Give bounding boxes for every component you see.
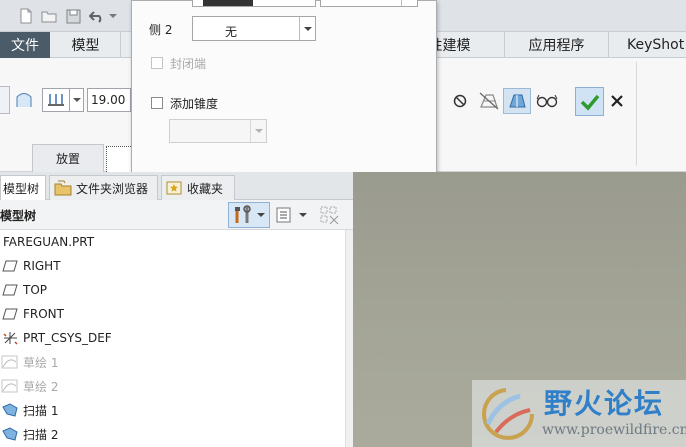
tree-header: 模型树 — [0, 209, 37, 223]
undo-dropdown-icon[interactable] — [108, 7, 118, 25]
tree-item-label: FAREGUAN.PRT — [3, 235, 95, 249]
checkmark-icon — [580, 94, 599, 111]
list-icon — [276, 207, 291, 223]
tab-keyshot[interactable]: KeyShot — [609, 32, 686, 58]
tree-item-sweep-1[interactable]: 扫描 1 — [0, 398, 345, 422]
add-taper-checkbox[interactable] — [151, 97, 163, 109]
thickness-input[interactable]: 19.00 — [87, 88, 131, 112]
tab-favorites[interactable]: 收藏夹 — [161, 175, 235, 200]
tab-model[interactable]: 模型 — [51, 32, 121, 58]
navigator-tabs: 模型树 文件夹浏览器 收藏夹 — [0, 172, 353, 200]
side2-combo[interactable]: 无 — [192, 16, 316, 41]
sketch-icon — [0, 354, 20, 370]
taper-angle-combo[interactable] — [169, 119, 267, 143]
placement-tab[interactable]: 放置 — [32, 144, 104, 172]
tree-item-part[interactable]: FAREGUAN.PRT — [0, 230, 345, 254]
surface-shape-icon[interactable] — [14, 88, 34, 112]
tree-item-label: TOP — [23, 283, 48, 297]
side1-depth-combo[interactable] — [320, 0, 418, 7]
chevron-down-icon — [299, 17, 315, 40]
navigator-panel: 模型树 文件夹浏览器 收藏夹 模型树 FAREGUAN.PRT RIGHT TO… — [0, 172, 353, 447]
thickness-value: 19.00 — [91, 93, 126, 107]
show-options-button[interactable] — [275, 205, 311, 225]
watermark-logo — [482, 388, 534, 440]
tree-toolbar: 模型树 — [0, 200, 353, 230]
tab-favorites-label: 收藏夹 — [187, 181, 224, 196]
chevron-down-icon — [299, 213, 307, 217]
watermark: 野火论坛 www.proewildfire.cn — [472, 380, 686, 447]
tab-model-tree[interactable]: 模型树 — [0, 175, 46, 200]
sweep-icon — [0, 402, 20, 418]
tree-item-label: 扫描 1 — [23, 403, 59, 418]
tab-applications[interactable]: 应用程序 — [505, 32, 609, 58]
tree-item-csys[interactable]: PRT_CSYS_DEF — [0, 326, 345, 350]
side1-combo[interactable] — [192, 0, 316, 7]
tree-item-sketch-1[interactable]: 草绘 1 — [0, 350, 345, 374]
options-panel: 侧 2 无 封闭端 添加锥度 — [131, 0, 437, 179]
confirm-button[interactable] — [575, 87, 604, 116]
surface-icon[interactable] — [0, 86, 10, 114]
tree-item-label: FRONT — [23, 307, 64, 321]
tree-item-label: 草绘 2 — [23, 379, 59, 394]
close-ends-checkbox[interactable] — [151, 57, 163, 69]
tab-file[interactable]: 文件 — [0, 32, 50, 58]
save-icon[interactable] — [64, 7, 82, 25]
thicken-dropdown[interactable] — [70, 88, 84, 112]
tree-item-front[interactable]: FRONT — [0, 302, 345, 326]
watermark-title: 野火论坛 — [544, 387, 665, 420]
csys-icon — [0, 330, 20, 346]
tree-item-label: 草绘 1 — [23, 355, 59, 370]
undo-icon[interactable] — [88, 7, 106, 25]
tree-item-sweep-2[interactable]: 扫描 2 — [0, 422, 345, 446]
datum-plane-icon — [0, 258, 20, 274]
options-tab[interactable] — [106, 146, 131, 172]
chevron-down-icon — [401, 0, 417, 6]
ribbon-separator — [636, 62, 637, 166]
tree-item-label: PRT_CSYS_DEF — [23, 331, 112, 345]
verify-glasses-icon[interactable] — [536, 93, 558, 109]
side2-value: 无 — [225, 25, 238, 39]
tree-scrollbar[interactable] — [345, 230, 353, 447]
tree-item-label: 扫描 2 — [23, 427, 59, 442]
chevron-down-icon — [250, 120, 266, 142]
tab-folder-browser-label: 文件夹浏览器 — [76, 181, 149, 196]
no-preview-icon[interactable] — [478, 91, 500, 111]
new-file-icon[interactable] — [17, 7, 35, 25]
thickness-icon — [48, 94, 64, 106]
preview-geometry-icon — [509, 94, 526, 108]
datum-plane-icon — [0, 282, 20, 298]
close-ends-label: 封闭端 — [170, 57, 207, 71]
cancel-icon[interactable] — [610, 94, 624, 108]
tab-model-tree-label: 模型树 — [3, 181, 40, 196]
thicken-direction-button[interactable] — [42, 88, 70, 112]
tree-filter-icon[interactable] — [319, 205, 341, 225]
tree-item-right[interactable]: RIGHT — [0, 254, 345, 278]
add-taper-label: 添加锥度 — [170, 97, 219, 111]
open-folder-icon[interactable] — [40, 7, 58, 25]
preview-geometry-button[interactable] — [503, 88, 531, 114]
sketch-icon — [0, 378, 20, 394]
pause-icon[interactable] — [453, 94, 469, 110]
watermark-url: www.proewildfire.cn — [542, 422, 686, 438]
side1-marker — [203, 0, 253, 6]
chevron-down-icon — [257, 213, 265, 217]
favorites-icon — [166, 181, 182, 195]
tab-folder-browser[interactable]: 文件夹浏览器 — [49, 175, 158, 200]
datum-plane-icon — [0, 306, 20, 322]
tree-settings-button[interactable] — [228, 202, 270, 228]
tree-item-top[interactable]: TOP — [0, 278, 345, 302]
sweep-icon — [0, 426, 20, 442]
toolbar-edge — [0, 6, 4, 26]
folder-icon — [54, 180, 72, 196]
tools-icon — [235, 205, 251, 223]
tree-item-sketch-2[interactable]: 草绘 2 — [0, 374, 345, 398]
side2-label: 侧 2 — [149, 23, 173, 37]
tree-item-label: RIGHT — [23, 259, 61, 273]
